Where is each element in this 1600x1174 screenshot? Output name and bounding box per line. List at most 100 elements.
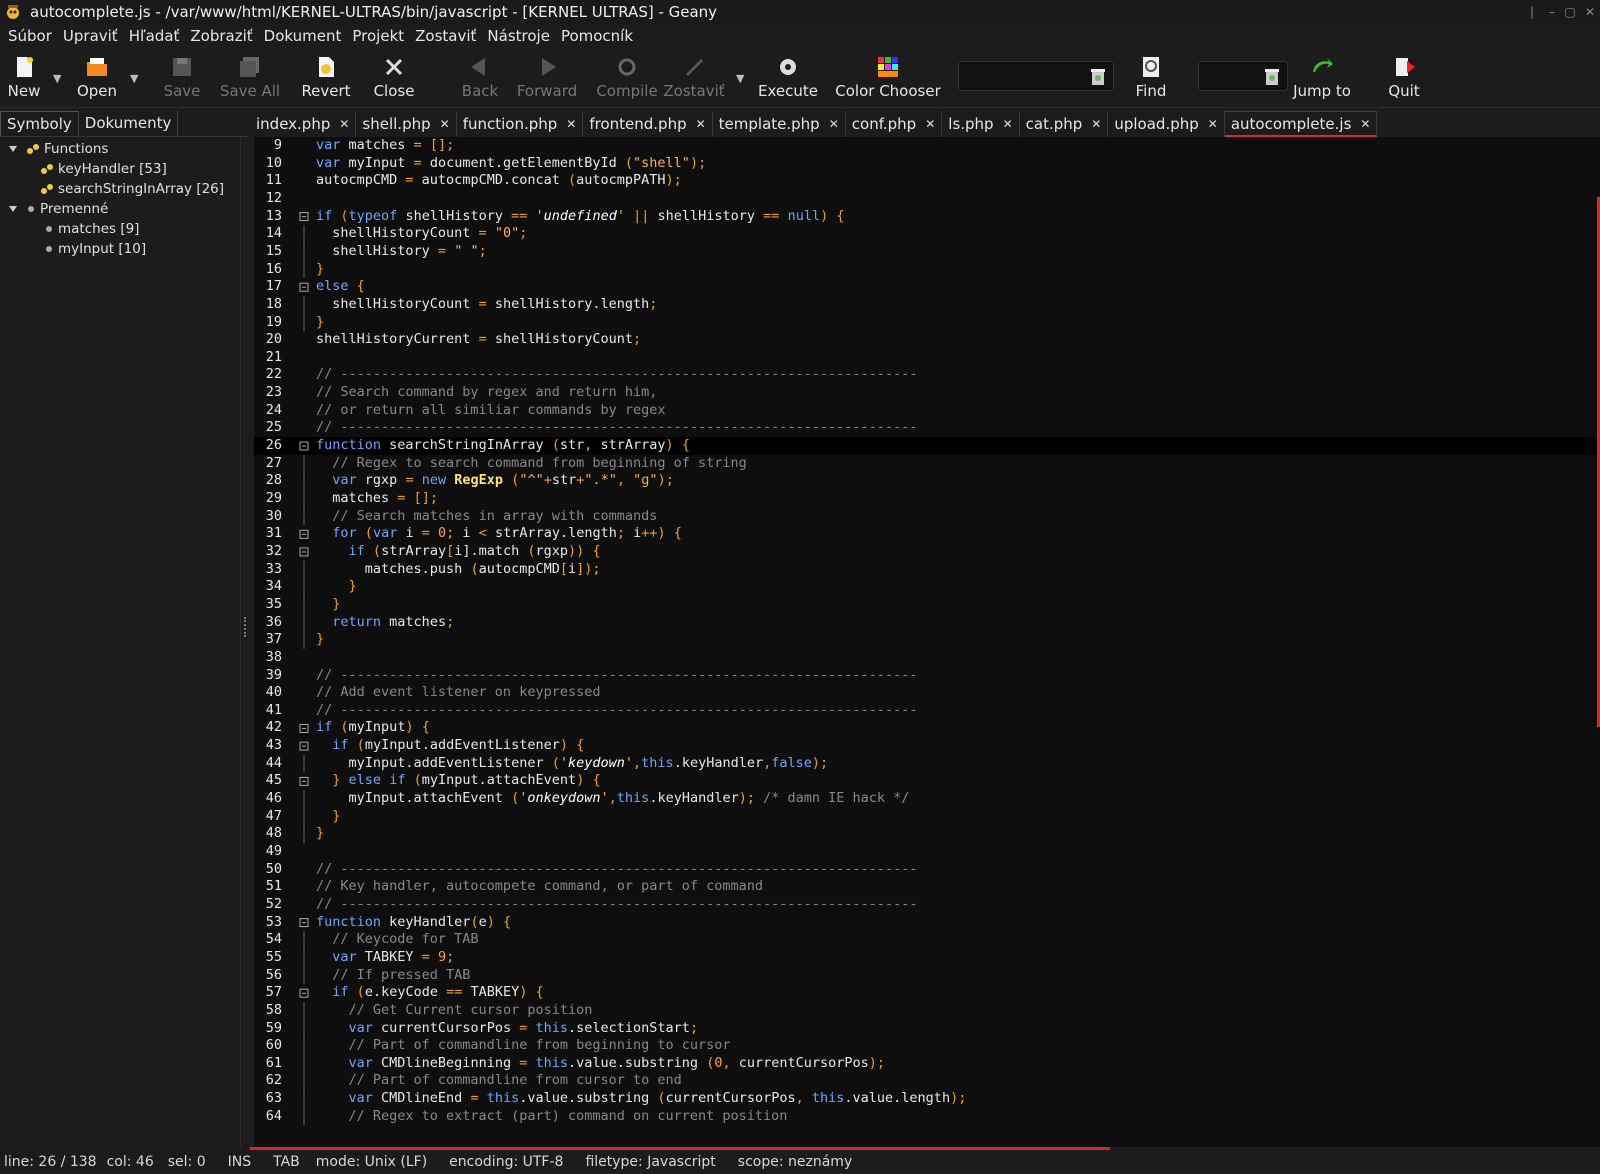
tab-frontend-php[interactable]: frontend.php ✕	[583, 111, 713, 137]
code-line[interactable]: }	[316, 596, 340, 614]
code-line[interactable]: }	[316, 808, 340, 826]
code-line[interactable]: shellHistoryCount = shellHistory.length;	[316, 296, 657, 314]
code-line[interactable]: var matches = [];	[316, 137, 454, 155]
clear-line-icon[interactable]	[1261, 66, 1283, 88]
new-button[interactable]: New	[6, 54, 42, 102]
code-line[interactable]: if (typeof shellHistory == 'undefined' |…	[316, 208, 845, 226]
tree-variables-group[interactable]: Premenné	[8, 201, 108, 217]
code-line[interactable]: autocmpCMD = autocmpCMD.concat (autocmpP…	[316, 172, 682, 190]
close-tab-icon[interactable]: ✕	[1208, 117, 1218, 131]
close-tab-icon[interactable]: ✕	[1360, 117, 1370, 131]
code-line[interactable]: for (var i = 0; i < strArray.length; i++…	[316, 525, 682, 543]
code-line[interactable]: }	[316, 261, 324, 279]
code-line[interactable]: // Get Current cursor position	[316, 1002, 593, 1020]
close-tab-icon[interactable]: ✕	[925, 117, 935, 131]
code-line[interactable]: }	[316, 578, 357, 596]
code-line[interactable]: // -------------------------------------…	[316, 702, 917, 720]
tab-function-php[interactable]: function.php ✕	[457, 111, 584, 137]
menu-view[interactable]: Zobraziť	[190, 27, 252, 45]
open-dropdown-icon[interactable]: ▼	[130, 72, 138, 85]
code-line[interactable]: // Search matches in array with commands	[316, 508, 657, 526]
tree-item-matches[interactable]: matches [9]	[44, 221, 139, 237]
new-dropdown-icon[interactable]: ▼	[53, 72, 61, 85]
code-line[interactable]: // Search command by regex and return hi…	[316, 384, 657, 402]
menu-file[interactable]: Súbor	[8, 27, 52, 45]
code-line[interactable]: // -------------------------------------…	[316, 366, 917, 384]
code-area[interactable]: var matches = []; var myInput = document.…	[316, 137, 1596, 1147]
code-line[interactable]: function searchStringInArray (str, strAr…	[316, 437, 690, 455]
menu-help[interactable]: Pomocník	[561, 27, 633, 45]
code-line[interactable]: }	[316, 631, 324, 649]
tab-conf-php[interactable]: conf.php ✕	[846, 111, 943, 137]
close-tab-icon[interactable]: ✕	[829, 117, 839, 131]
code-line[interactable]: }	[316, 314, 324, 332]
back-button[interactable]: Back	[460, 54, 500, 102]
tab-autocomplete-js[interactable]: autocomplete.js ✕	[1224, 111, 1378, 137]
fold-margin[interactable]	[298, 137, 312, 1147]
code-line[interactable]: myInput.addEventListener ('keydown',this…	[316, 755, 829, 773]
code-line[interactable]: var currentCursorPos = this.selectionSta…	[316, 1020, 699, 1038]
tab-cat-php[interactable]: cat.php ✕	[1020, 111, 1109, 137]
revert-button[interactable]: Revert	[301, 54, 351, 102]
code-line[interactable]: else {	[316, 278, 365, 296]
code-line[interactable]: // Add event listener on keypressed	[316, 684, 600, 702]
code-line[interactable]: // Regex to search command from beginnin…	[316, 455, 747, 473]
code-line[interactable]: myInput.attachEvent ('onkeydown',this.ke…	[316, 790, 910, 808]
menu-search[interactable]: Hľadať	[129, 27, 180, 45]
code-line[interactable]: }	[316, 825, 324, 843]
code-line[interactable]: // -------------------------------------…	[316, 667, 917, 685]
code-line[interactable]: // Part of commandline from cursor to en…	[316, 1072, 682, 1090]
tab-template-php[interactable]: template.php ✕	[713, 111, 846, 137]
code-line[interactable]: if (myInput) {	[316, 719, 430, 737]
close-tab-icon[interactable]: ✕	[1091, 117, 1101, 131]
code-line[interactable]: var CMDlineBeginning = this.value.substr…	[316, 1055, 886, 1073]
pane-splitter[interactable]	[240, 137, 250, 1147]
close-tab-icon[interactable]: ✕	[440, 117, 450, 131]
close-tab-icon[interactable]: ✕	[1003, 117, 1013, 131]
jump-to-button[interactable]: Jump to	[1293, 54, 1351, 102]
tree-item-myinput[interactable]: myInput [10]	[44, 241, 146, 257]
code-editor[interactable]: 9 10 11 12 13 14 15 16 17 18 19 20 21 22 23 24 25 26 27 28 2…	[254, 137, 1600, 1147]
close-tab-icon[interactable]: ✕	[696, 117, 706, 131]
find-button[interactable]: Find	[1128, 54, 1174, 102]
code-line[interactable]: shellHistory = " ";	[316, 243, 486, 261]
code-line[interactable]: // Regex to extract (part) command on cu…	[316, 1108, 788, 1126]
code-line[interactable]: if (myInput.addEventListener) {	[316, 737, 584, 755]
open-button[interactable]: Open	[74, 54, 120, 102]
code-line[interactable]: } else if (myInput.attachEvent) {	[316, 772, 600, 790]
tree-item-searchstringinarray[interactable]: searchStringInArray [26]	[40, 181, 224, 197]
expand-arrow-icon[interactable]	[8, 144, 18, 154]
code-line[interactable]: var TABKEY = 9;	[316, 949, 454, 967]
menu-build[interactable]: Zostaviť	[415, 27, 476, 45]
build-button[interactable]: Zostaviť	[663, 54, 725, 102]
code-line[interactable]: // If pressed TAB	[316, 967, 470, 985]
close-tab-icon[interactable]: ✕	[339, 117, 349, 131]
code-line[interactable]: // Key handler, autocompete command, or …	[316, 878, 763, 896]
code-line[interactable]: if (strArray[i].match (rgxp)) {	[316, 543, 601, 561]
tree-item-keyhandler[interactable]: keyHandler [53]	[40, 161, 167, 177]
code-line[interactable]: var CMDlineEnd = this.value.substring (c…	[316, 1090, 967, 1108]
code-line[interactable]: return matches;	[316, 614, 454, 632]
maximize-icon[interactable]: ▢	[1562, 4, 1578, 20]
code-line[interactable]: matches = [];	[316, 490, 438, 508]
menu-tools[interactable]: Nástroje	[487, 27, 550, 45]
code-line[interactable]: shellHistoryCount = "0";	[316, 225, 527, 243]
build-dropdown-icon[interactable]: ▼	[736, 72, 744, 85]
code-line[interactable]: // -------------------------------------…	[316, 419, 917, 437]
close-button[interactable]: Close	[372, 54, 416, 102]
tab-symbols[interactable]: Symboly	[0, 111, 79, 136]
menu-project[interactable]: Projekt	[352, 27, 404, 45]
clear-search-icon[interactable]	[1087, 66, 1109, 88]
close-window-icon[interactable]: ✕	[1582, 4, 1598, 20]
minimize-icon[interactable]: –	[1544, 4, 1560, 20]
splitter-grip[interactable]	[244, 617, 246, 637]
compile-button[interactable]: Compile	[596, 54, 658, 102]
code-line[interactable]: // Part of commandline from beginning to…	[316, 1037, 731, 1055]
code-line[interactable]: if (e.keyCode == TABKEY) {	[316, 984, 543, 1002]
forward-button[interactable]: Forward	[517, 54, 577, 102]
save-button[interactable]: Save	[164, 54, 200, 102]
save-all-button[interactable]: Save All	[220, 54, 280, 102]
code-line[interactable]: function keyHandler(e) {	[316, 914, 511, 932]
code-line[interactable]: // -------------------------------------…	[316, 896, 917, 914]
menu-document[interactable]: Dokument	[264, 27, 342, 45]
